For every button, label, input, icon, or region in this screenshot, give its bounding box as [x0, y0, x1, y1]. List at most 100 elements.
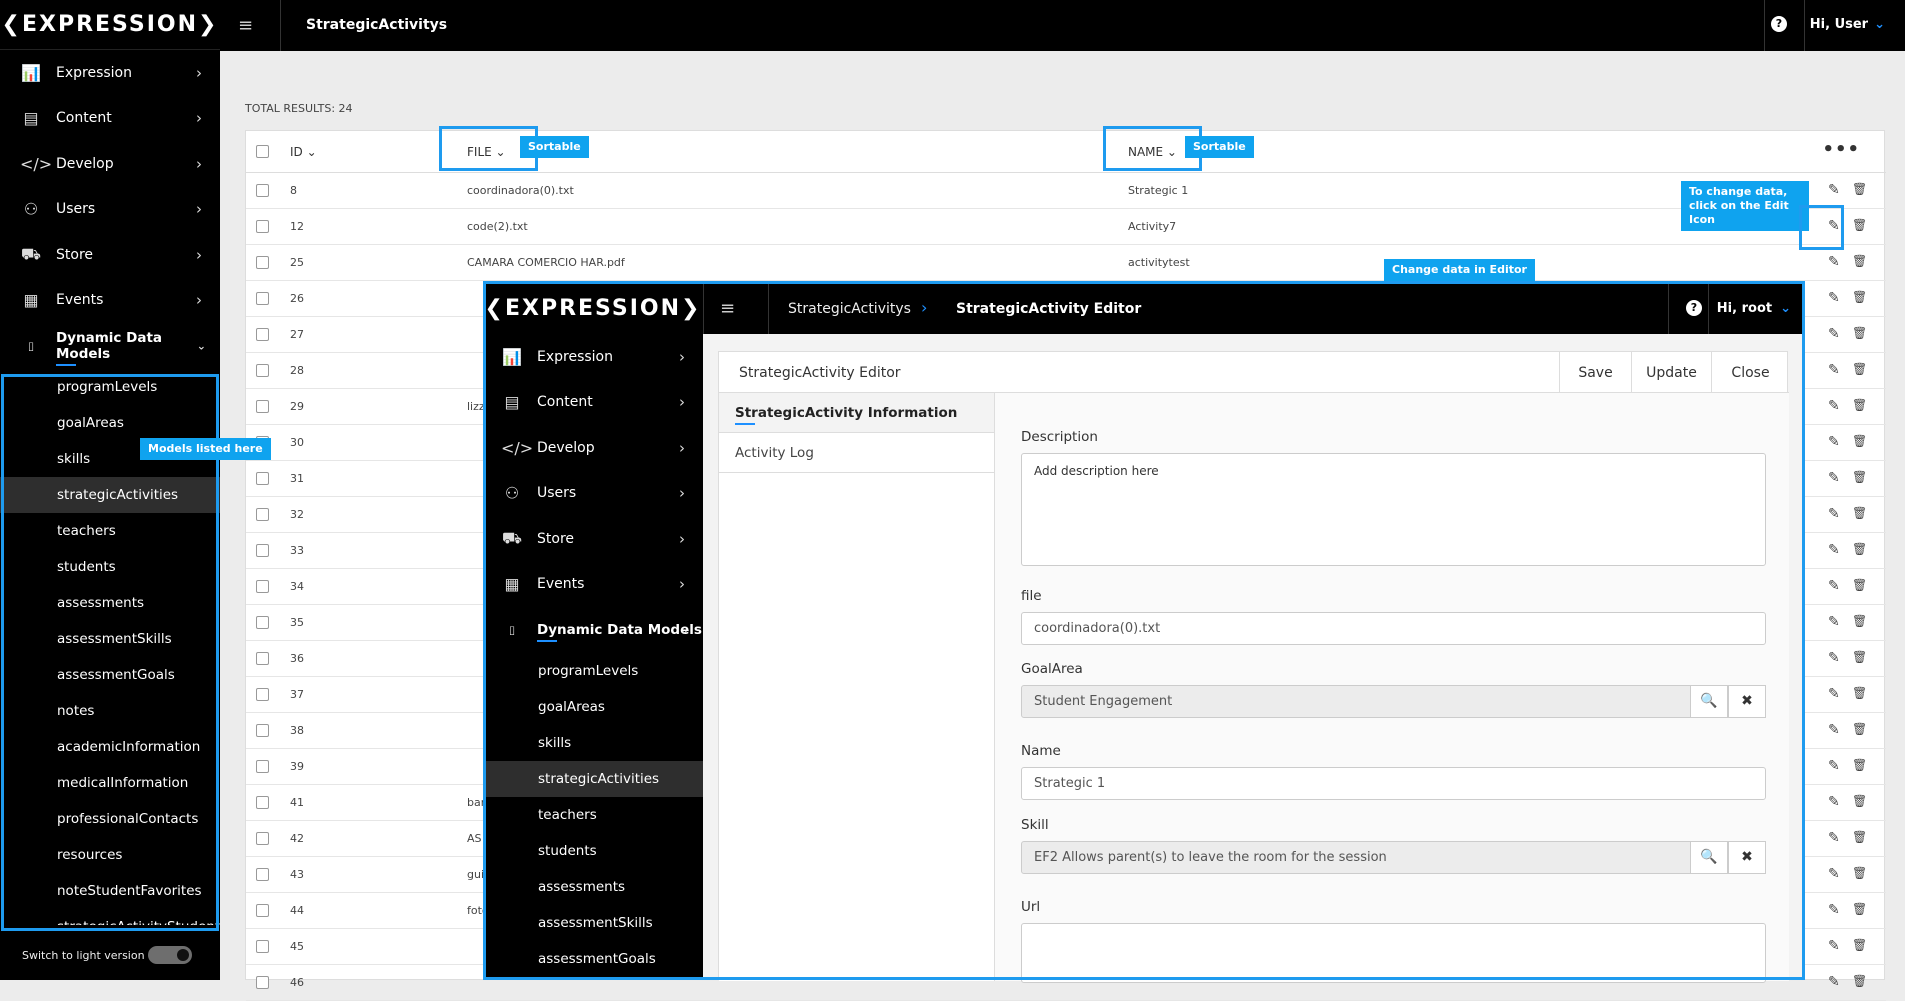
- edit-icon[interactable]: ✎: [1828, 542, 1840, 558]
- row-checkbox[interactable]: [256, 760, 269, 773]
- hamburger-menu-icon[interactable]: ≡: [238, 15, 253, 36]
- sidebar-item-expression[interactable]: 📊 Expression ›: [0, 50, 220, 96]
- help-icon[interactable]: ?: [1771, 16, 1787, 32]
- row-checkbox[interactable]: [256, 400, 269, 413]
- row-checkbox[interactable]: [256, 688, 269, 701]
- column-header-id[interactable]: ID ⌄: [290, 145, 317, 159]
- delete-icon[interactable]: 🗑: [1852, 254, 1867, 268]
- delete-icon[interactable]: 🗑: [1852, 974, 1867, 988]
- sidebar-item-label: Dynamic Data Models: [56, 330, 220, 366]
- delete-icon[interactable]: 🗑: [1852, 578, 1867, 592]
- row-checkbox[interactable]: [256, 832, 269, 845]
- edit-icon[interactable]: ✎: [1828, 830, 1840, 846]
- bar-chart-icon: 📊: [21, 63, 41, 83]
- row-checkbox[interactable]: [256, 544, 269, 557]
- cart-icon: ⛟: [20, 244, 42, 264]
- sidebar-item-develop[interactable]: </> Develop ›: [0, 141, 220, 187]
- edit-icon[interactable]: ✎: [1828, 362, 1840, 378]
- edit-icon[interactable]: ✎: [1828, 866, 1840, 882]
- row-checkbox[interactable]: [256, 904, 269, 917]
- edit-icon[interactable]: ✎: [1828, 254, 1840, 270]
- edit-icon[interactable]: ✎: [1828, 506, 1840, 522]
- divider: [280, 0, 281, 51]
- more-options-icon[interactable]: •••: [1822, 139, 1860, 160]
- row-checkbox[interactable]: [256, 472, 269, 485]
- edit-icon[interactable]: ✎: [1828, 686, 1840, 702]
- edit-icon[interactable]: ✎: [1828, 722, 1840, 738]
- cell-id: 33: [290, 544, 304, 557]
- toggle-knob: [177, 949, 189, 961]
- row-checkbox[interactable]: [256, 220, 269, 233]
- edit-icon[interactable]: ✎: [1828, 902, 1840, 918]
- app-logo[interactable]: ❮EXPRESSION❯: [0, 0, 220, 50]
- user-menu[interactable]: Hi, User ⌄: [1810, 17, 1885, 32]
- row-checkbox[interactable]: [256, 940, 269, 953]
- edit-icon[interactable]: ✎: [1828, 326, 1840, 342]
- edit-icon[interactable]: ✎: [1828, 290, 1840, 306]
- delete-icon[interactable]: 🗑: [1852, 722, 1867, 736]
- cell-file: gui: [467, 868, 485, 881]
- row-checkbox[interactable]: [256, 328, 269, 341]
- cell-id: 30: [290, 436, 304, 449]
- delete-icon[interactable]: 🗑: [1852, 326, 1867, 340]
- sidebar-item-dynamic-data-models[interactable]: ▯ Dynamic Data Models ⌄: [0, 323, 220, 369]
- delete-icon[interactable]: 🗑: [1852, 938, 1867, 952]
- row-checkbox[interactable]: [256, 508, 269, 521]
- delete-icon[interactable]: 🗑: [1852, 398, 1867, 412]
- row-checkbox[interactable]: [256, 184, 269, 197]
- delete-icon[interactable]: 🗑: [1852, 650, 1867, 664]
- delete-icon[interactable]: 🗑: [1852, 866, 1867, 880]
- table-row[interactable]: 12 code(2).txt Activity7 ✎ 🗑: [246, 209, 1886, 245]
- sidebar-item-events[interactable]: ▦ Events ›: [0, 278, 220, 324]
- row-checkbox[interactable]: [256, 724, 269, 737]
- delete-icon[interactable]: 🗑: [1852, 434, 1867, 448]
- sidebar-item-label: Users: [56, 201, 96, 218]
- delete-icon[interactable]: 🗑: [1852, 794, 1867, 808]
- delete-icon[interactable]: 🗑: [1852, 614, 1867, 628]
- row-checkbox[interactable]: [256, 580, 269, 593]
- cell-id: 43: [290, 868, 304, 881]
- edit-icon[interactable]: ✎: [1828, 794, 1840, 810]
- row-checkbox[interactable]: [256, 292, 269, 305]
- sidebar-item-users[interactable]: ⚇ Users ›: [0, 187, 220, 233]
- row-checkbox[interactable]: [256, 364, 269, 377]
- cell-id: 37: [290, 688, 304, 701]
- row-checkbox[interactable]: [256, 868, 269, 881]
- theme-toggle-switch[interactable]: [148, 946, 192, 964]
- delete-icon[interactable]: 🗑: [1852, 686, 1867, 700]
- row-checkbox[interactable]: [256, 256, 269, 269]
- table-row[interactable]: 8 coordinadora(0).txt Strategic 1 ✎ 🗑: [246, 173, 1886, 209]
- edit-icon[interactable]: ✎: [1828, 182, 1840, 198]
- edit-icon[interactable]: ✎: [1828, 758, 1840, 774]
- delete-icon[interactable]: 🗑: [1852, 830, 1867, 844]
- edit-icon[interactable]: ✎: [1828, 938, 1840, 954]
- edit-icon[interactable]: ✎: [1828, 398, 1840, 414]
- row-checkbox[interactable]: [256, 796, 269, 809]
- edit-icon[interactable]: ✎: [1828, 434, 1840, 450]
- sidebar-item-store[interactable]: ⛟ Store ›: [0, 232, 220, 278]
- edit-icon[interactable]: ✎: [1828, 470, 1840, 486]
- delete-icon[interactable]: 🗑: [1852, 902, 1867, 916]
- select-all-checkbox[interactable]: [256, 145, 269, 158]
- delete-icon[interactable]: 🗑: [1852, 506, 1867, 520]
- delete-icon[interactable]: 🗑: [1852, 758, 1867, 772]
- row-checkbox[interactable]: [256, 976, 269, 989]
- delete-icon[interactable]: 🗑: [1852, 542, 1867, 556]
- edit-icon[interactable]: ✎: [1828, 614, 1840, 630]
- cell-name: Activity7: [1128, 220, 1177, 233]
- sidebar-item-content[interactable]: ▤ Content ›: [0, 96, 220, 142]
- row-checkbox[interactable]: [256, 652, 269, 665]
- edit-icon[interactable]: ✎: [1828, 974, 1840, 990]
- delete-icon[interactable]: 🗑: [1852, 182, 1867, 196]
- table-row[interactable]: 25 CAMARA COMERCIO HAR.pdf activitytest ✎ 🗑: [246, 245, 1886, 281]
- delete-icon[interactable]: 🗑: [1852, 470, 1867, 484]
- edit-icon[interactable]: ✎: [1828, 578, 1840, 594]
- cell-id: 31: [290, 472, 304, 485]
- row-checkbox[interactable]: [256, 616, 269, 629]
- delete-icon[interactable]: 🗑: [1852, 218, 1867, 232]
- cell-id: 8: [290, 184, 297, 197]
- sidebar-item-label: Develop: [56, 155, 114, 172]
- delete-icon[interactable]: 🗑: [1852, 362, 1867, 376]
- delete-icon[interactable]: 🗑: [1852, 290, 1867, 304]
- edit-icon[interactable]: ✎: [1828, 650, 1840, 666]
